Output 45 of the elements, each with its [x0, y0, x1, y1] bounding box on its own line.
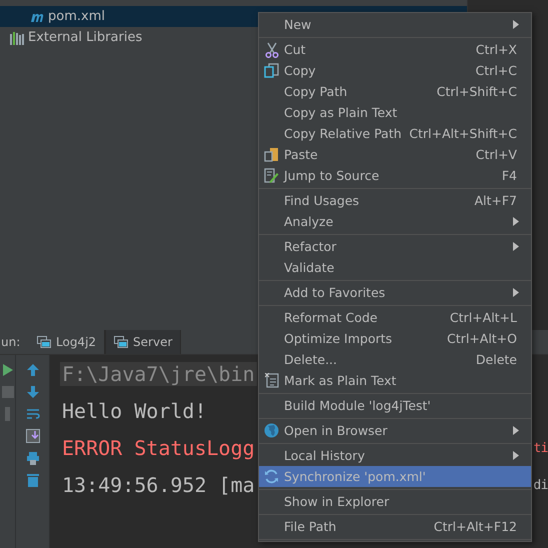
menu-item[interactable]: Open in Browser [259, 420, 531, 441]
copy-icon [264, 63, 279, 78]
menu-item[interactable]: Copy Ctrl+C [259, 60, 531, 81]
menu-item[interactable]: Analyze [259, 211, 531, 232]
paste-icon [264, 147, 279, 162]
console-line: 13:49:56.952 [ma [61, 473, 256, 497]
libraries-icon [10, 30, 24, 44]
up-arrow-icon[interactable] [26, 363, 40, 377]
menu-item[interactable]: Paste Ctrl+V [259, 144, 531, 165]
menu-item[interactable]: Jump to Source F4 [259, 165, 531, 186]
menu-item[interactable]: File Path Ctrl+Alt+F12 [259, 516, 531, 537]
run-tab[interactable]: Server [105, 330, 182, 354]
menu-item[interactable]: Show in Explorer [259, 491, 531, 512]
menu-item[interactable]: Delete... Delete [259, 349, 531, 370]
console-text: ti [533, 440, 548, 456]
down-arrow-icon[interactable] [26, 385, 40, 399]
console-text: di [533, 478, 548, 492]
menu-item[interactable]: Copy Relative Path Ctrl+Alt+Shift+C [259, 123, 531, 144]
menu-item[interactable]: Build Module 'log4jTest' [259, 395, 531, 416]
pencil-page-icon [264, 168, 279, 183]
menu-item[interactable]: Mark as Plain Text [259, 370, 531, 391]
run-icon[interactable] [0, 363, 14, 377]
run-label: un: [0, 334, 22, 351]
stop-icon[interactable] [0, 385, 14, 399]
menu-item[interactable]: Cut Ctrl+X [259, 39, 531, 60]
console-line: Hello World! [61, 399, 208, 423]
window-icon [114, 336, 128, 348]
window-icon [37, 336, 51, 348]
menu-item[interactable]: Find Usages Alt+F7 [259, 190, 531, 211]
menu-item[interactable]: Copy as Plain Text [259, 102, 531, 123]
text-file-icon [264, 373, 278, 388]
menu-item[interactable]: Add to Favorites [259, 282, 531, 303]
sync-icon [264, 469, 279, 484]
menu-item[interactable]: Reformat Code Ctrl+Alt+L [259, 307, 531, 328]
console-line: ERROR StatusLogg [61, 436, 256, 460]
globe-icon [264, 423, 279, 438]
menu-item[interactable]: Refactor [259, 236, 531, 257]
menu-item[interactable]: Copy Path Ctrl+Shift+C [259, 81, 531, 102]
menu-item[interactable]: Optimize Imports Ctrl+Alt+O [259, 328, 531, 349]
scissors-icon [264, 42, 278, 58]
menu-item[interactable]: Local History [259, 445, 531, 466]
print-icon[interactable] [26, 451, 40, 465]
wrap-icon[interactable] [26, 407, 40, 421]
scroll-to-end-icon[interactable] [26, 429, 40, 443]
menu-item[interactable]: Validate [259, 257, 531, 278]
